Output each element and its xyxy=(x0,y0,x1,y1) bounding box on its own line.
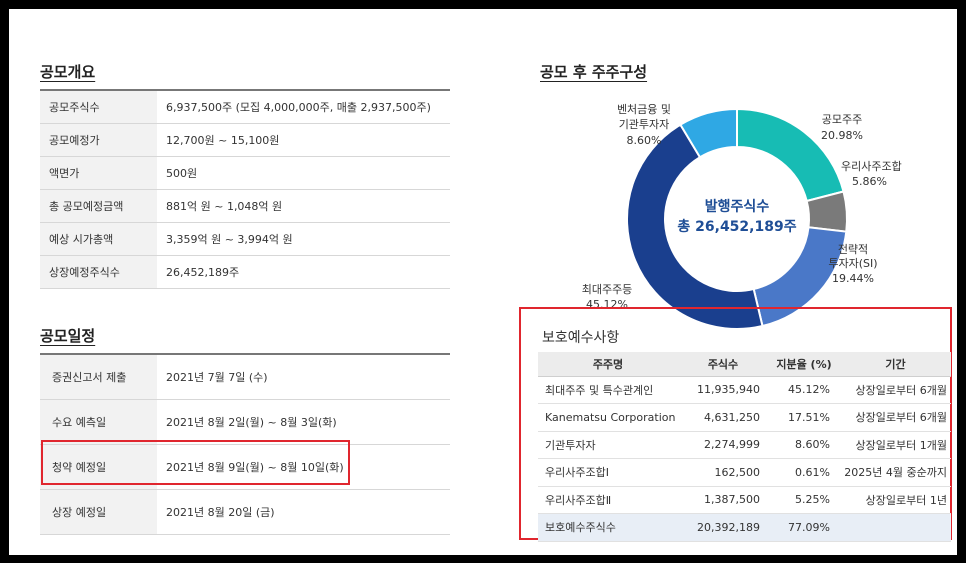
table-row: 예상 시가총액 3,359억 원 ~ 3,994억 원 xyxy=(40,222,450,256)
label-venture-line1: 벤처금융 및 xyxy=(617,103,671,116)
table-total-row: 보호예수주식수 20,392,189 77.09% xyxy=(538,513,951,542)
cell-ratio: 45.12% xyxy=(768,376,840,404)
cell-period xyxy=(840,513,951,542)
table-row: 최대주주 및 특수관계인 11,935,940 45.12% 상장일로부터 6개… xyxy=(538,376,951,404)
label-public-line1: 공모주주 xyxy=(822,113,862,126)
cell-ratio: 0.61% xyxy=(768,458,840,487)
offering-title: 공모개요 xyxy=(40,63,96,81)
row-value: 881억 원 ~ 1,048억 원 xyxy=(157,189,450,223)
row-value: 12,700원 ~ 15,100원 xyxy=(157,123,450,157)
row-label: 공모예정가 xyxy=(40,123,157,157)
label-venture-pct: 8.60% xyxy=(627,134,662,147)
table-row: 공모예정가 12,700원 ~ 15,100원 xyxy=(40,123,450,157)
cell-ratio: 17.51% xyxy=(768,403,840,432)
row-label: 예상 시가총액 xyxy=(40,222,157,256)
header-holder: 주주명 xyxy=(538,352,678,377)
header-ratio: 지분율 (%) xyxy=(768,352,840,377)
row-value: 2021년 7월 7일 (수) xyxy=(157,353,450,400)
header-period: 기간 xyxy=(840,352,951,377)
table-row: 우리사주조합Ⅰ 162,500 0.61% 2025년 4월 중순까지 xyxy=(538,458,951,487)
row-value: 26,452,189주 xyxy=(157,255,450,289)
row-label: 상장 예정일 xyxy=(40,489,157,535)
row-label: 증권신고서 제출 xyxy=(40,353,157,400)
table-row: 액면가 500원 xyxy=(40,156,450,190)
lockup-title: 보호예수사항 xyxy=(542,330,620,346)
cell-holder: 보호예수주식수 xyxy=(538,513,678,542)
row-value: 6,937,500주 (모집 4,000,000주, 매출 2,937,500주… xyxy=(157,89,450,124)
label-si-line1: 전략적 xyxy=(838,243,868,256)
cell-period: 상장일로부터 6개월 xyxy=(840,403,951,432)
shareholder-donut-chart: 발행주식수 총 26,452,189주 벤처금융 및 기관투자자 8.60% 공… xyxy=(582,103,902,330)
cell-holder: 기관투자자 xyxy=(538,431,678,459)
cell-shares: 162,500 xyxy=(678,458,768,487)
offering-table: 공모주식수 6,937,500주 (모집 4,000,000주, 매출 2,937… xyxy=(40,89,450,289)
label-public-pct: 20.98% xyxy=(821,129,863,142)
center-label-line2: 총 26,452,189주 xyxy=(677,219,796,235)
center-label-line1: 발행주식수 xyxy=(705,198,770,215)
cell-ratio: 5.25% xyxy=(768,486,840,514)
cell-period: 2025년 4월 중순까지 xyxy=(840,458,951,487)
cell-holder: 우리사주조합Ⅰ xyxy=(538,458,678,487)
row-label: 총 공모예정금액 xyxy=(40,189,157,223)
cell-shares: 20,392,189 xyxy=(678,513,768,542)
cell-shares: 1,387,500 xyxy=(678,486,768,514)
row-label: 공모주식수 xyxy=(40,89,157,124)
table-header-row: 주주명 주식수 지분율 (%) 기간 xyxy=(538,352,951,377)
table-row: 수요 예측일 2021년 8월 2일(월) ~ 8월 3일(화) xyxy=(40,399,450,445)
schedule-title: 공모일정 xyxy=(40,327,96,345)
header-shares: 주식수 xyxy=(678,352,768,377)
cell-holder: 최대주주 및 특수관계인 xyxy=(538,376,678,404)
row-label: 수요 예측일 xyxy=(40,399,157,445)
cell-period: 상장일로부터 1년 xyxy=(840,486,951,514)
cell-period: 상장일로부터 1개월 xyxy=(840,431,951,459)
row-label: 액면가 xyxy=(40,156,157,190)
table-row: Kanematsu Corporation 4,631,250 17.51% 상… xyxy=(538,403,951,432)
cell-shares: 11,935,940 xyxy=(678,376,768,404)
label-venture-line2: 기관투자자 xyxy=(619,118,670,131)
table-row: 우리사주조합Ⅱ 1,387,500 5.25% 상장일로부터 1년 xyxy=(538,486,951,514)
lockup-table: 주주명 주식수 지분율 (%) 기간 최대주주 및 특수관계인 11,935,9… xyxy=(538,352,951,542)
row-value: 500원 xyxy=(157,156,450,190)
table-row: 총 공모예정금액 881억 원 ~ 1,048억 원 xyxy=(40,189,450,223)
label-major-line1: 최대주주등 xyxy=(582,283,633,296)
table-row: 증권신고서 제출 2021년 7월 7일 (수) xyxy=(40,353,450,400)
label-esop-line1: 우리사주조합 xyxy=(841,160,902,173)
cell-holder: 우리사주조합Ⅱ xyxy=(538,486,678,514)
label-si-pct: 19.44% xyxy=(832,272,874,285)
shareholders-title: 공모 후 주주구성 xyxy=(540,63,648,81)
document-frame: 공모개요 공모주식수 6,937,500주 (모집 4,000,000주, 매출 … xyxy=(9,9,957,555)
table-row: 공모주식수 6,937,500주 (모집 4,000,000주, 매출 2,937… xyxy=(40,89,450,124)
row-value: 3,359억 원 ~ 3,994억 원 xyxy=(157,222,450,256)
cell-shares: 4,631,250 xyxy=(678,403,768,432)
cell-period: 상장일로부터 6개월 xyxy=(840,376,951,404)
cell-holder: Kanematsu Corporation xyxy=(538,403,678,432)
highlight-box-subscription xyxy=(41,440,350,485)
table-row: 기관투자자 2,274,999 8.60% 상장일로부터 1개월 xyxy=(538,431,951,459)
row-label: 상장예정주식수 xyxy=(40,255,157,289)
label-si-line2: 투자자(SI) xyxy=(828,257,877,270)
row-value: 2021년 8월 20일 (금) xyxy=(157,489,450,535)
row-value: 2021년 8월 2일(월) ~ 8월 3일(화) xyxy=(157,399,450,445)
table-row: 상장 예정일 2021년 8월 20일 (금) xyxy=(40,489,450,535)
label-esop-pct: 5.86% xyxy=(852,175,887,188)
cell-shares: 2,274,999 xyxy=(678,431,768,459)
cell-ratio: 77.09% xyxy=(768,513,840,542)
table-row: 상장예정주식수 26,452,189주 xyxy=(40,255,450,289)
cell-ratio: 8.60% xyxy=(768,431,840,459)
